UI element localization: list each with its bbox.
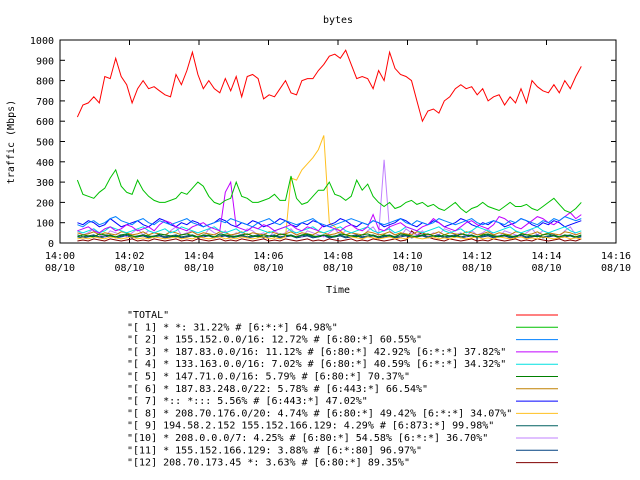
- traffic-chart: bytes traffic (Mbps) Time 0 100 200 300 400 5…: [6, 15, 631, 469]
- y-tick-label: 100: [36, 219, 54, 230]
- x-tick-label-time: 14:06: [253, 251, 283, 262]
- y-tick-label: 800: [36, 77, 54, 88]
- legend-label-4: "[ 4] * 133.163.0.0/16: 7.02% # [6:80:*]…: [127, 359, 506, 370]
- series-line-0: [76, 49, 582, 123]
- series-lines: [76, 49, 582, 242]
- x-tick-label-date: 08/10: [184, 263, 214, 274]
- y-tick-label: 200: [36, 198, 54, 209]
- legend-label-12: "[12] 208.70.173.45 *: 3.63% # [6:80:*] …: [127, 458, 410, 469]
- x-tick-label-time: 14:08: [323, 251, 353, 262]
- legend-label-6: "[ 6] * 187.83.248.0/22: 5.78% # [6:443:…: [127, 384, 428, 395]
- series-line-1: [76, 168, 582, 214]
- series-line-10: [77, 159, 582, 238]
- y-axis-label: traffic (Mbps): [6, 100, 17, 184]
- legend-label-9: "[ 9] 194.58.2.152 155.152.166.129: 4.29…: [127, 421, 494, 432]
- legend-label-10: "[10] * 208.0.0.0/7: 4.25% # [6:80:*] 54…: [127, 433, 488, 444]
- legend-label-5: "[ 5] * 147.71.0.0/16: 5.79% # [6:80:*] …: [127, 372, 410, 383]
- x-tick-label-time: 14:14: [531, 251, 561, 262]
- legend-label-0: "TOTAL": [127, 310, 169, 321]
- y-tick-label: 700: [36, 97, 54, 108]
- legend-label-7: "[ 7] *:: *::: 5.56% # [6:443:*] 47.02%": [127, 396, 368, 407]
- y-tick-label: 400: [36, 158, 54, 169]
- x-tick-label-time: 14:02: [114, 251, 144, 262]
- x-tick-label-date: 08/10: [323, 263, 353, 274]
- x-tick-label-date: 08/10: [392, 263, 422, 274]
- legend-label-8: "[ 8] * 208.70.176.0/20: 4.74% # [6:80:*…: [127, 408, 512, 419]
- x-tick-label-time: 14:04: [184, 251, 214, 262]
- y-tick-label: 0: [48, 239, 54, 250]
- y-tick-label: 600: [36, 117, 54, 128]
- legend-label-11: "[11] * 155.152.166.129: 3.88% # [6:*:80…: [127, 445, 422, 456]
- y-tick-label: 900: [36, 56, 54, 67]
- legend-label-3: "[ 3] * 187.83.0.0/16: 11.12% # [6:80:*]…: [127, 347, 506, 358]
- x-tick-label-date: 08/10: [601, 263, 631, 274]
- chart-title: bytes: [323, 15, 353, 26]
- legend-label-2: "[ 2] * 155.152.0.0/16: 12.72% # [6:80:*…: [127, 335, 422, 346]
- x-tick-label-time: 14:10: [392, 251, 422, 262]
- legend-label-1: "[ 1] * *: 31.22% # [6:*:*] 64.98%": [127, 322, 338, 333]
- x-tick-label-time: 14:00: [45, 251, 75, 262]
- x-tick-label-date: 08/10: [45, 263, 75, 274]
- x-axis-label: Time: [326, 285, 350, 296]
- x-tick-label-time: 14:12: [462, 251, 492, 262]
- x-tick-label-date: 08/10: [462, 263, 492, 274]
- x-tick-label-date: 08/10: [531, 263, 561, 274]
- y-tick-label: 1000: [30, 36, 54, 47]
- x-tick-label-time: 14:16: [601, 251, 631, 262]
- plot-frame: [59, 39, 617, 244]
- legend: "TOTAL""[ 1] * *: 31.22% # [6:*:*] 64.98…: [127, 310, 558, 469]
- y-tick-label: 500: [36, 138, 54, 149]
- x-tick-label-date: 08/10: [114, 263, 144, 274]
- x-tick-label-date: 08/10: [253, 263, 283, 274]
- y-tick-label: 300: [36, 178, 54, 189]
